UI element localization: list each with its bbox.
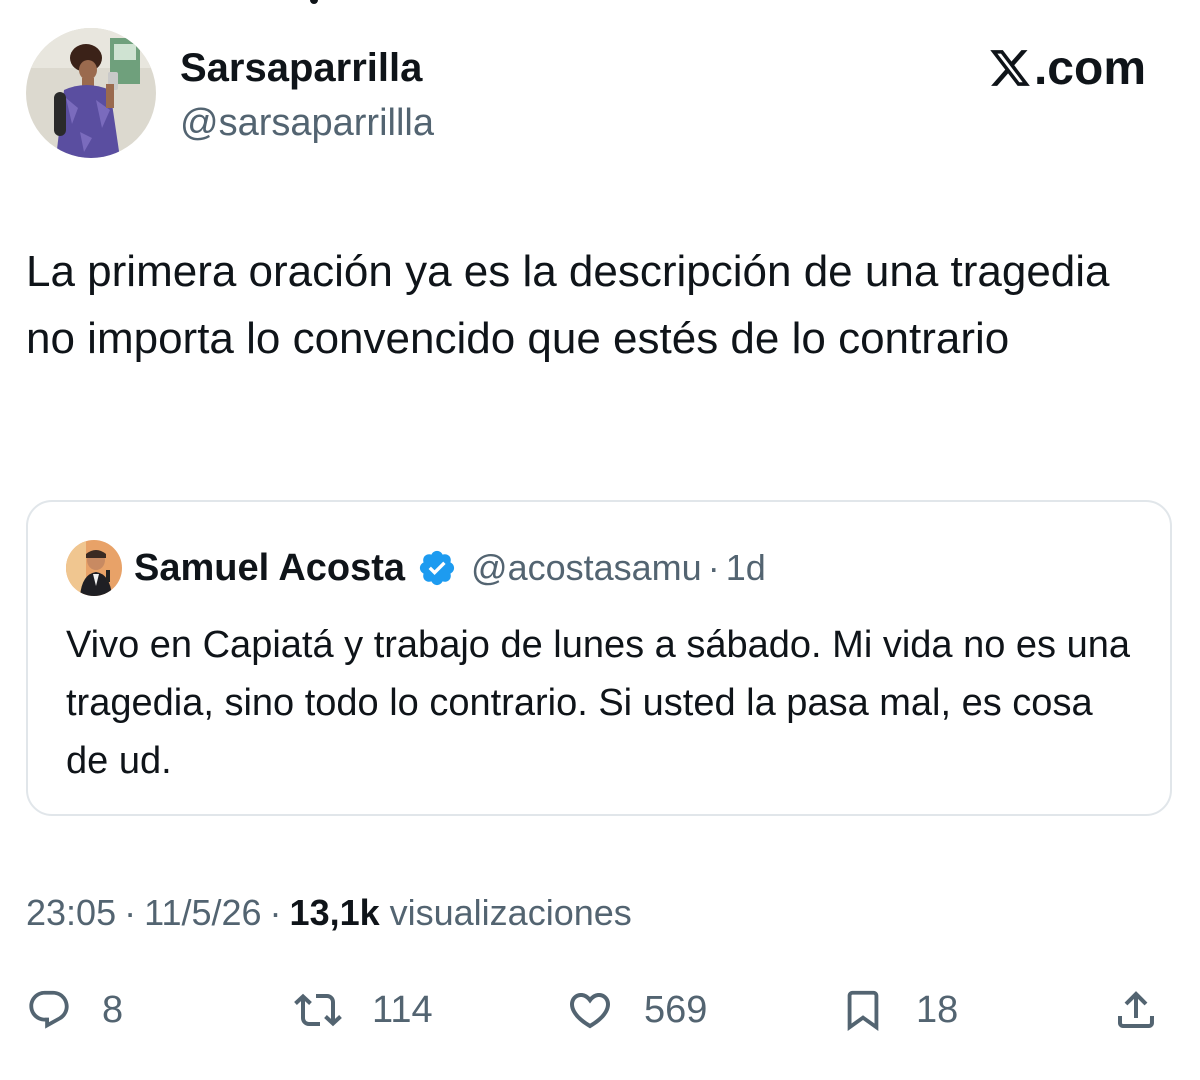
heart-icon (569, 993, 611, 1029)
like-count: 569 (644, 988, 708, 1031)
repost-icon (294, 993, 342, 1027)
quoted-separator: · (707, 547, 720, 588)
like-button[interactable]: 569 (566, 980, 707, 1040)
tweet-date[interactable]: 11/5/26 (144, 892, 261, 934)
views-count: 13,1k (289, 892, 380, 933)
logo-text: .com (1033, 41, 1146, 95)
views-label: visualizaciones (389, 892, 632, 933)
bookmark-icon (847, 990, 879, 1031)
author-avatar[interactable] (26, 28, 156, 158)
quoted-timestamp[interactable]: 1d (726, 547, 766, 589)
bookmark-count: 18 (916, 988, 959, 1031)
repost-button[interactable]: 114 (294, 980, 433, 1040)
verified-badge-icon (419, 550, 455, 586)
quoted-tweet-card[interactable]: Samuel Acosta @acostasamu · 1d Vivo en C… (26, 500, 1172, 816)
bookmark-button[interactable]: 18 (840, 980, 958, 1040)
quoted-tweet-text: Vivo en Capiatá y trabajo de lunes a sáb… (66, 624, 1130, 782)
quoted-header: Samuel Acosta @acostasamu · 1d (134, 544, 766, 592)
author-handle[interactable]: @sarsaparrillla (180, 100, 434, 146)
x-logo-icon (990, 50, 1030, 86)
author-avatar-image (26, 28, 156, 158)
tweet-time[interactable]: 23:05 (26, 892, 116, 934)
meta-separator: · (124, 892, 137, 933)
quoted-avatar-image (66, 540, 122, 596)
reply-button[interactable]: 8 (26, 980, 123, 1040)
repost-count: 114 (372, 988, 433, 1031)
top-edge-fragment (310, 0, 318, 4)
meta-separator: · (269, 892, 282, 933)
tweet-meta: 23:05 · 11/5/26 · 13,1k visualizaciones (26, 888, 632, 938)
tweet-text: La primera oración ya es la descripción … (26, 247, 1110, 363)
quoted-author-name[interactable]: Samuel Acosta (134, 547, 405, 590)
reply-count: 8 (102, 988, 124, 1031)
action-bar: 8 114 569 18 (26, 980, 1174, 1040)
reply-icon (29, 990, 69, 1029)
quoted-author-handle[interactable]: @acostasamu (471, 547, 702, 589)
share-icon (1118, 991, 1154, 1028)
quoted-author-avatar[interactable] (66, 540, 122, 596)
x-com-logo: .com (988, 40, 1146, 96)
share-button[interactable] (1112, 980, 1160, 1040)
author-name[interactable]: Sarsaparrilla (180, 44, 422, 92)
